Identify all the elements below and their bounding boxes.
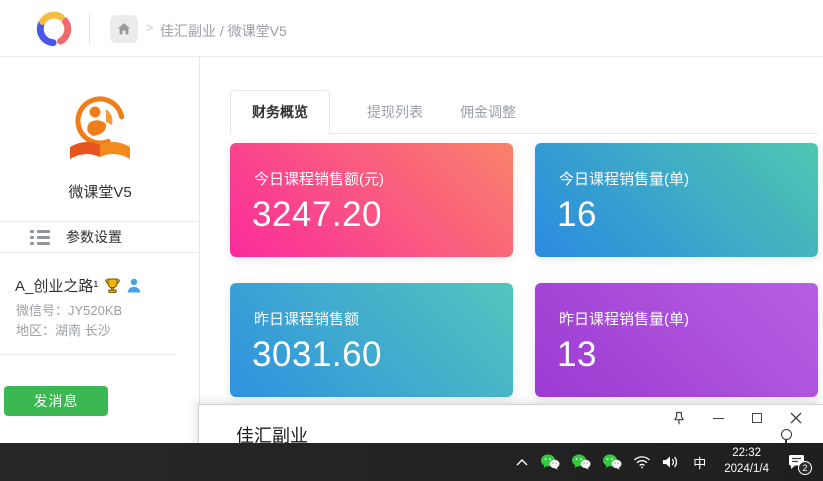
wechat-tray-icon-2[interactable] [571, 449, 591, 475]
contact-person-icon[interactable] [127, 278, 141, 293]
user-name-row: A_创业之路¹ [15, 275, 141, 296]
user-nickname: A_创业之路¹ [15, 275, 98, 296]
taskbar-clock[interactable]: 22:32 2024/1/4 [720, 446, 773, 477]
tab-bar: 财务概览 提现列表 佣金调整 [230, 90, 818, 134]
speaker-icon [662, 455, 679, 469]
stat-card-value: 13 [557, 335, 597, 375]
app-name: 微课堂V5 [0, 181, 200, 202]
close-button[interactable] [787, 409, 805, 427]
pin-button[interactable] [670, 409, 688, 427]
wechat-icon [571, 454, 591, 470]
clock-time: 22:32 [724, 446, 769, 462]
notification-badge: 2 [798, 461, 812, 475]
sidebar: 微课堂V5 参数设置 A_创业之路¹ 微信号：JY520KB 地区：湖 [0, 57, 200, 481]
home-button[interactable] [110, 15, 138, 43]
tab-commission-adjust[interactable]: 佣金调整 [460, 90, 516, 133]
maximize-button[interactable] [748, 409, 766, 427]
sidebar-item-settings[interactable]: 参数设置 [0, 221, 200, 253]
clock-date: 2024/1/4 [724, 462, 769, 478]
wechat-icon [602, 454, 622, 470]
top-header: > 佳汇副业 / 微课堂V5 [0, 0, 823, 57]
breadcrumb[interactable]: 佳汇副业 / 微课堂V5 [160, 21, 287, 41]
volume-button[interactable] [662, 449, 679, 475]
minimize-icon [713, 418, 724, 419]
user-region: 地区：湖南 长沙 [16, 320, 111, 339]
user-wechat-id: 微信号：JY520KB [16, 300, 122, 319]
stat-card-yesterday-sales-count: 昨日课程销售量(单) 13 [535, 283, 818, 397]
close-icon [790, 412, 802, 424]
tab-finance-overview[interactable]: 财务概览 [230, 90, 330, 134]
stat-card-yesterday-sales-amount: 昨日课程销售额 3031.60 [230, 283, 513, 397]
show-hidden-icons-button[interactable] [515, 449, 529, 475]
stat-card-label: 今日课程销售量(单) [559, 168, 689, 189]
stat-card-value: 3031.60 [252, 335, 382, 375]
trophy-icon [104, 277, 121, 294]
send-message-button[interactable]: 发消息 [4, 386, 108, 416]
list-settings-icon [30, 230, 50, 245]
minimize-button[interactable] [709, 409, 727, 427]
ime-indicator[interactable]: 中 [690, 449, 709, 475]
brand-swirl-logo [32, 7, 76, 51]
notification-center-button[interactable]: 2 [784, 449, 810, 475]
app-emblem-logo [62, 93, 138, 169]
wechat-icon [540, 454, 560, 470]
tab-withdraw-list[interactable]: 提现列表 [367, 90, 423, 133]
maximize-icon [752, 413, 762, 423]
stat-card-today-sales-amount: 今日课程销售额(元) 3247.20 [230, 143, 513, 257]
sidebar-divider [0, 354, 174, 355]
stat-card-today-sales-count: 今日课程销售量(单) 16 [535, 143, 818, 257]
network-button[interactable] [633, 449, 651, 475]
wechat-tray-icon-1[interactable] [540, 449, 560, 475]
wechat-tray-icon-3[interactable] [602, 449, 622, 475]
stat-card-label: 昨日课程销售额 [254, 308, 359, 329]
stat-card-label: 昨日课程销售量(单) [559, 308, 689, 329]
sidebar-item-label: 参数设置 [66, 227, 122, 247]
window-controls [670, 409, 805, 427]
stat-card-value: 3247.20 [252, 195, 382, 235]
search-icon[interactable] [781, 429, 792, 440]
pin-icon [672, 411, 686, 426]
wifi-icon [633, 455, 651, 469]
taskbar: 中 22:32 2024/1/4 2 [0, 443, 823, 481]
stat-card-value: 16 [557, 195, 597, 235]
header-divider [89, 14, 90, 44]
screen: > 佳汇副业 / 微课堂V5 微课堂V5 参数设置 A_创业之路¹ [0, 0, 823, 481]
stat-card-label: 今日课程销售额(元) [254, 168, 384, 189]
breadcrumb-chevron: > [146, 20, 154, 35]
home-icon [116, 21, 132, 37]
chevron-up-icon [515, 458, 529, 467]
